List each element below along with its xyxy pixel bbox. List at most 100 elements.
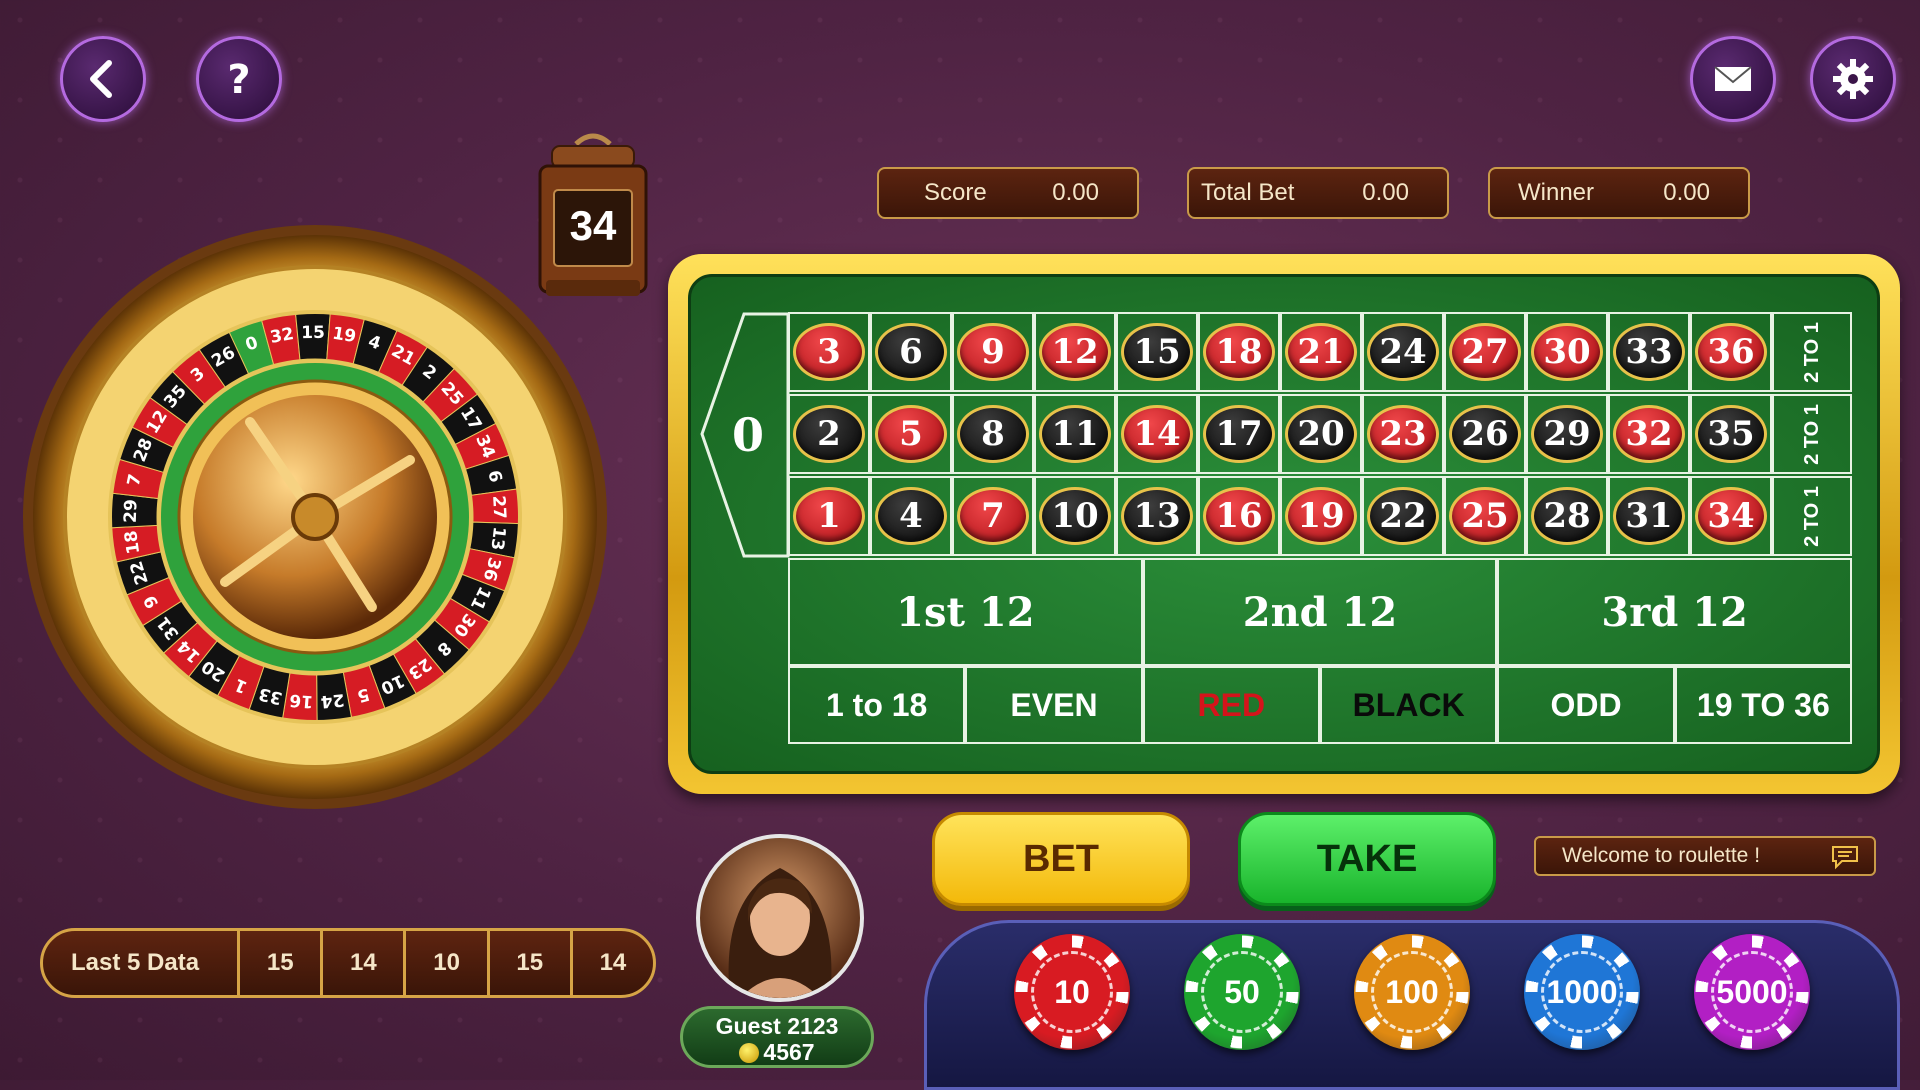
number-cell-12[interactable]: 12 <box>1034 312 1116 392</box>
take-button[interactable]: TAKE <box>1238 812 1496 906</box>
help-button[interactable]: ? <box>196 36 282 122</box>
dozen-bet-1[interactable]: 1st 12 <box>788 558 1143 666</box>
winner-box: Winner 0.00 <box>1488 167 1750 219</box>
outside-bet-red[interactable]: RED <box>1142 666 1320 744</box>
settings-button[interactable] <box>1810 36 1896 122</box>
outside-bet-19-to-36[interactable]: 19 TO 36 <box>1674 666 1852 744</box>
number-cell-7[interactable]: 7 <box>952 476 1034 556</box>
number-label: 17 <box>1203 405 1275 463</box>
number-cell-18[interactable]: 18 <box>1198 312 1280 392</box>
outside-bet-odd[interactable]: ODD <box>1497 666 1675 744</box>
player-avatar[interactable] <box>696 834 864 1002</box>
number-cell-8[interactable]: 8 <box>952 394 1034 474</box>
number-cell-17[interactable]: 17 <box>1198 394 1280 474</box>
number-cell-11[interactable]: 11 <box>1034 394 1116 474</box>
number-label: 11 <box>1039 405 1111 463</box>
number-cell-19[interactable]: 19 <box>1280 476 1362 556</box>
number-cell-15[interactable]: 15 <box>1116 312 1198 392</box>
roulette-wheel: 0 32 15 19 4 21225173462713361130823105241633… <box>23 225 607 809</box>
number-label: 25 <box>1449 487 1521 545</box>
number-cell-36[interactable]: 36 <box>1690 312 1772 392</box>
outside-bet-black[interactable]: BLACK <box>1320 666 1498 744</box>
number-cell-22[interactable]: 22 <box>1362 476 1444 556</box>
number-label: 1 <box>793 487 865 545</box>
score-label: Score <box>924 179 987 206</box>
number-cell-5[interactable]: 5 <box>870 394 952 474</box>
player-coins: 4567 <box>763 1039 815 1065</box>
number-cell-21[interactable]: 21 <box>1280 312 1362 392</box>
number-label: 22 <box>1367 487 1439 545</box>
column-bet-2[interactable]: 2 TO 1 <box>1772 394 1852 474</box>
number-label: 10 <box>1039 487 1111 545</box>
wheel-number: 16 <box>289 690 314 712</box>
message-box[interactable]: Welcome to roulette ! <box>1534 836 1876 876</box>
wheel-number: 32 <box>269 324 296 348</box>
number-cell-26[interactable]: 26 <box>1444 394 1526 474</box>
number-cell-1[interactable]: 1 <box>788 476 870 556</box>
zero-pocket[interactable]: 0 <box>700 312 790 558</box>
number-cell-10[interactable]: 10 <box>1034 476 1116 556</box>
chip-100[interactable]: 100 <box>1354 934 1470 1050</box>
outside-bet-even[interactable]: EVEN <box>965 666 1143 744</box>
number-cell-2[interactable]: 2 <box>788 394 870 474</box>
number-label: 2 <box>793 405 865 463</box>
back-button[interactable] <box>60 36 146 122</box>
number-label: 30 <box>1531 323 1603 381</box>
total-bet-box: Total Bet 0.00 <box>1187 167 1449 219</box>
wheel-number: 19 <box>331 324 358 348</box>
chip-5000[interactable]: 5000 <box>1694 934 1810 1050</box>
number-cell-23[interactable]: 23 <box>1362 394 1444 474</box>
number-cell-28[interactable]: 28 <box>1526 476 1608 556</box>
number-cell-13[interactable]: 13 <box>1116 476 1198 556</box>
gear-icon <box>1833 59 1873 99</box>
number-cell-14[interactable]: 14 <box>1116 394 1198 474</box>
last-result: 10 <box>403 931 486 995</box>
number-cell-29[interactable]: 29 <box>1526 394 1608 474</box>
number-cell-33[interactable]: 33 <box>1608 312 1690 392</box>
number-cell-34[interactable]: 34 <box>1690 476 1772 556</box>
number-label: 29 <box>1531 405 1603 463</box>
mail-button[interactable] <box>1690 36 1776 122</box>
number-cell-3[interactable]: 3 <box>788 312 870 392</box>
wheel-number: 27 <box>488 495 509 520</box>
chat-icon[interactable] <box>1830 844 1860 870</box>
number-cell-16[interactable]: 16 <box>1198 476 1280 556</box>
number-label: 28 <box>1531 487 1603 545</box>
number-cell-25[interactable]: 25 <box>1444 476 1526 556</box>
number-cell-20[interactable]: 20 <box>1280 394 1362 474</box>
number-cell-6[interactable]: 6 <box>870 312 952 392</box>
number-label: 35 <box>1695 405 1767 463</box>
chip-value: 50 <box>1201 951 1283 1033</box>
dozen-bet-3[interactable]: 3rd 12 <box>1497 558 1852 666</box>
number-cell-32[interactable]: 32 <box>1608 394 1690 474</box>
column-bet-1[interactable]: 2 TO 1 <box>1772 312 1852 392</box>
wheel-number: 18 <box>121 529 144 555</box>
outside-bet-1-to-18[interactable]: 1 to 18 <box>788 666 966 744</box>
number-label: 36 <box>1695 323 1767 381</box>
dozen-bet-2[interactable]: 2nd 12 <box>1142 558 1498 666</box>
number-label: 32 <box>1613 405 1685 463</box>
bet-button[interactable]: BET <box>932 812 1190 906</box>
score-value: 0.00 <box>1052 179 1099 206</box>
number-cell-24[interactable]: 24 <box>1362 312 1444 392</box>
number-label: 23 <box>1367 405 1439 463</box>
number-cell-30[interactable]: 30 <box>1526 312 1608 392</box>
number-label: 8 <box>957 405 1029 463</box>
number-cell-9[interactable]: 9 <box>952 312 1034 392</box>
winner-value: 0.00 <box>1663 179 1710 206</box>
number-label: 13 <box>1121 487 1193 545</box>
number-cell-4[interactable]: 4 <box>870 476 952 556</box>
column-bet-label: 2 TO 1 <box>1800 403 1823 465</box>
column-bet-3[interactable]: 2 TO 1 <box>1772 476 1852 556</box>
chip-50[interactable]: 50 <box>1184 934 1300 1050</box>
number-label: 26 <box>1449 405 1521 463</box>
chip-value: 10 <box>1031 951 1113 1033</box>
number-label: 14 <box>1121 405 1193 463</box>
chip-1000[interactable]: 1000 <box>1524 934 1640 1050</box>
chip-value: 1000 <box>1541 951 1623 1033</box>
number-cell-27[interactable]: 27 <box>1444 312 1526 392</box>
number-cell-35[interactable]: 35 <box>1690 394 1772 474</box>
total-bet-label: Total Bet <box>1201 179 1295 206</box>
number-cell-31[interactable]: 31 <box>1608 476 1690 556</box>
chip-10[interactable]: 10 <box>1014 934 1130 1050</box>
